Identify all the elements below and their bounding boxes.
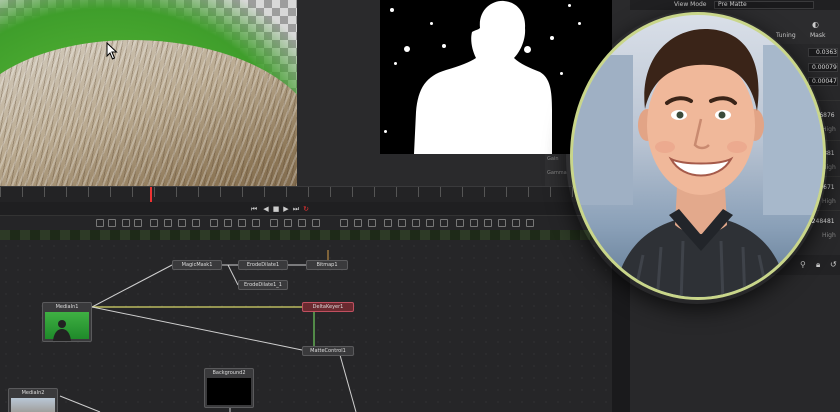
tool-icon[interactable] — [224, 219, 232, 227]
node-label: MatteControl1 — [310, 348, 346, 354]
tab-mask[interactable]: Mask — [810, 32, 825, 39]
matte-noise-dot — [550, 36, 554, 40]
timeline-ruler[interactable] — [0, 186, 630, 203]
tool-icon[interactable] — [340, 219, 348, 227]
value-text: 0.0363 — [816, 49, 837, 56]
tool-icon[interactable] — [164, 219, 172, 227]
node-label: Background2 — [212, 370, 246, 376]
node-label: ErodeDilate1 — [246, 262, 280, 268]
go-to-start-icon[interactable]: ⏮ — [250, 205, 258, 213]
tool-icon[interactable] — [526, 219, 534, 227]
tool-icon[interactable] — [426, 219, 434, 227]
tool-icon[interactable] — [484, 219, 492, 227]
node-thumbnail — [11, 398, 55, 412]
tool-icon[interactable] — [210, 219, 218, 227]
value-text: 0.00047 — [812, 78, 837, 85]
inspector-header: View Mode Pre Matte — [630, 0, 840, 10]
tool-icon[interactable] — [178, 219, 186, 227]
tool-icon[interactable] — [122, 219, 130, 227]
node-label: ErodeDilate1_1 — [243, 282, 282, 288]
node-panel-header — [0, 230, 630, 240]
play-icon[interactable]: ▶ — [282, 205, 290, 213]
presenter-portrait — [573, 29, 823, 297]
node-mattecontrol[interactable]: MatteControl1 — [302, 346, 354, 356]
matte-noise-dot — [442, 44, 446, 48]
tool-icon[interactable] — [270, 219, 278, 227]
tool-icon[interactable] — [108, 219, 116, 227]
tool-icon[interactable] — [96, 219, 104, 227]
quality-label: High — [822, 232, 836, 239]
node-deltakeyer[interactable]: DeltaKeyer1 — [302, 302, 354, 312]
lock-icon[interactable]: 🔒︎ — [816, 260, 820, 270]
tool-icon[interactable] — [284, 219, 292, 227]
matte-noise-dot — [394, 62, 397, 65]
tool-icon[interactable] — [498, 219, 506, 227]
arrow-cursor-icon — [106, 42, 118, 60]
matte-noise-dot — [524, 46, 531, 53]
tool-icon[interactable] — [384, 219, 392, 227]
matte-noise-dot — [578, 22, 581, 25]
node-thumbnail — [207, 378, 251, 405]
node-label: DeltaKeyer1 — [312, 304, 344, 310]
tool-icon[interactable] — [512, 219, 520, 227]
node-label: MagicMask1 — [181, 262, 213, 268]
tool-icon[interactable] — [312, 219, 320, 227]
tool-icon[interactable] — [412, 219, 420, 227]
node-label: MediaIn2 — [21, 390, 45, 396]
node-mediain-2[interactable]: MediaIn2 — [8, 388, 58, 412]
matte-noise-dot — [404, 46, 410, 52]
tool-icon[interactable] — [398, 219, 406, 227]
node-background[interactable]: Background2 — [204, 368, 254, 408]
tool-icon[interactable] — [298, 219, 306, 227]
node-graph[interactable]: MagicMask1 ErodeDilate1 ErodeDilate1_1 B… — [0, 240, 612, 412]
loop-icon[interactable]: ↻ — [302, 205, 310, 213]
node-label: MediaIn1 — [55, 304, 79, 310]
tool-icon[interactable] — [192, 219, 200, 227]
node-toolbar — [0, 216, 630, 230]
ruler-ticks — [0, 187, 630, 197]
matte-noise-dot — [560, 72, 563, 75]
matte-noise-dot — [384, 130, 387, 133]
node-thumbnail — [45, 312, 89, 341]
node-erodedilate-2[interactable]: ErodeDilate1_1 — [238, 280, 288, 290]
matte-noise-dot — [390, 8, 394, 12]
tool-icon[interactable] — [150, 219, 158, 227]
stop-icon[interactable]: ■ — [272, 205, 280, 213]
value-text: 0.00079 — [812, 64, 837, 71]
quality-label: High — [822, 198, 836, 205]
tool-icon[interactable] — [440, 219, 448, 227]
node-bitmap[interactable]: Bitmap1 — [306, 260, 348, 270]
matte-noise-dot — [430, 22, 433, 25]
reset-icon[interactable]: ↺ — [830, 260, 837, 269]
tab-tuning[interactable]: Tuning — [776, 32, 796, 39]
transport-bar: ⏮ ◀ ■ ▶ ⏭ ↻ — [0, 202, 630, 216]
tool-icon[interactable] — [470, 219, 478, 227]
view-mode-label: View Mode — [674, 1, 707, 8]
tool-icon[interactable] — [238, 219, 246, 227]
left-viewer[interactable] — [0, 0, 297, 186]
tool-icon[interactable] — [456, 219, 464, 227]
go-to-end-icon[interactable]: ⏭ — [292, 205, 300, 213]
node-magicmask[interactable]: MagicMask1 — [172, 260, 222, 270]
tool-icon[interactable] — [134, 219, 142, 227]
presenter-webcam — [570, 12, 826, 300]
playhead[interactable] — [150, 187, 152, 203]
node-mediain-1[interactable]: MediaIn1 — [42, 302, 92, 342]
view-mode-select[interactable]: Pre Matte — [714, 1, 814, 9]
presenter-thumbnail-icon — [53, 320, 71, 341]
matte-noise-dot — [568, 4, 571, 7]
mask-tab-icon: ◐ — [812, 20, 819, 29]
pin-icon[interactable]: ⚲ — [800, 260, 806, 269]
node-label: Bitmap1 — [316, 262, 338, 268]
tool-icon[interactable] — [252, 219, 260, 227]
play-reverse-icon[interactable]: ◀ — [262, 205, 270, 213]
tool-icon[interactable] — [368, 219, 376, 227]
tool-icon[interactable] — [354, 219, 362, 227]
node-erodedilate-1[interactable]: ErodeDilate1 — [238, 260, 288, 270]
